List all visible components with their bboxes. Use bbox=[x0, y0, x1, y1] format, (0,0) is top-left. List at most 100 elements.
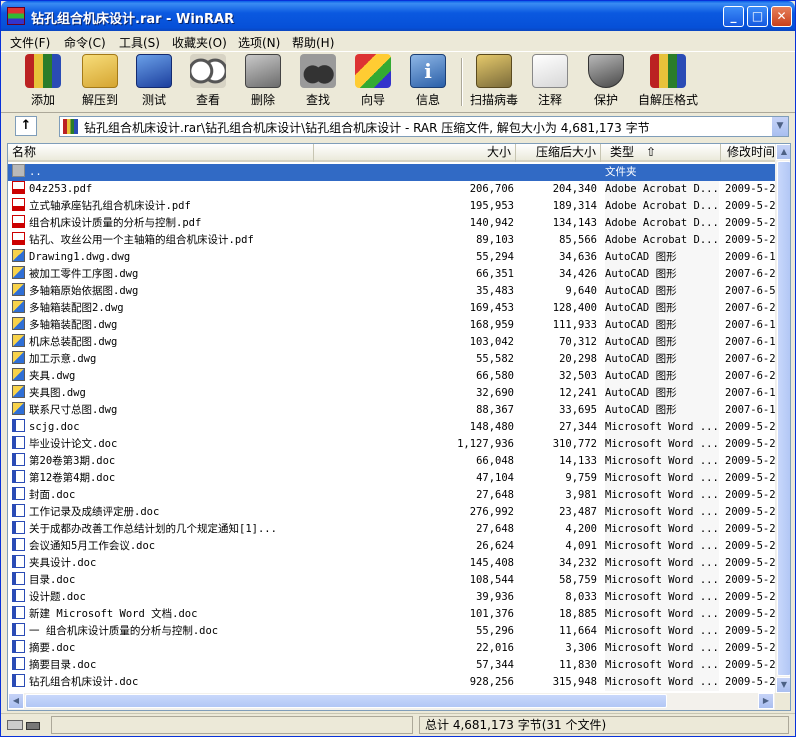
file-row[interactable]: 关于成都办改善工作总结计划的几个规定通知[1]... 27,648 4,200 Mic… bbox=[8, 521, 776, 538]
horizontal-scroll-thumb[interactable] bbox=[25, 694, 667, 708]
file-row[interactable]: 夹具.dwg 66,580 32,503 AutoCAD 图形 2007-6-2 bbox=[8, 368, 776, 385]
minimize-button[interactable]: _ bbox=[723, 6, 744, 27]
file-type: Microsoft Word ... bbox=[605, 521, 719, 538]
test-button[interactable]: 测试 bbox=[131, 54, 177, 110]
file-name-cell: 设计题.doc bbox=[12, 589, 412, 606]
info-button[interactable]: 信息 bbox=[405, 54, 451, 110]
file-packed-size: 134,143 bbox=[552, 217, 597, 229]
file-row[interactable]: 立式轴承座钻孔组合机床设计.pdf 195,953 189,314 Adobe Acr… bbox=[8, 198, 776, 215]
column-packed[interactable]: 压缩后大小 bbox=[516, 144, 601, 162]
file-name: 工作记录及成绩评定册.doc bbox=[29, 506, 160, 518]
file-row[interactable]: 多轴箱原始依据图.dwg 35,483 9,640 AutoCAD 图形 2007-6-… bbox=[8, 283, 776, 300]
file-name-cell: 工作记录及成绩评定册.doc bbox=[12, 504, 412, 521]
file-list[interactable]: 名称 大小 压缩后大小 类型 ⇧ 修改时间 .. 文件夹 04z253.pdf 206,… bbox=[7, 143, 791, 711]
file-row[interactable]: 新建 Microsoft Word 文档.doc 101,376 18,885 Mic… bbox=[8, 606, 776, 623]
close-button[interactable]: ✕ bbox=[771, 6, 792, 27]
column-size[interactable]: 大小 bbox=[314, 144, 516, 162]
file-row[interactable]: 04z253.pdf 206,706 204,340 Adobe Acrobat D.… bbox=[8, 181, 776, 198]
menu-options[interactable]: 选项(N) bbox=[238, 34, 280, 51]
chevron-down-icon[interactable]: ▼ bbox=[771, 117, 788, 136]
scroll-left-button[interactable]: ◀ bbox=[8, 693, 24, 709]
file-packed-size: 310,772 bbox=[552, 438, 597, 450]
file-row[interactable]: 夹具图.dwg 32,690 12,241 AutoCAD 图形 2007-6-1 bbox=[8, 385, 776, 402]
file-row[interactable]: 组合机床设计质量的分析与控制.pdf 140,942 134,143 Adobe Ac… bbox=[8, 215, 776, 232]
file-row[interactable]: 摘要.doc 22,016 3,306 Microsoft Word ... 2009-… bbox=[8, 640, 776, 657]
file-type: AutoCAD 图形 bbox=[605, 368, 719, 385]
file-row[interactable]: 第12卷第4期.doc 47,104 9,759 Microsoft Word ...… bbox=[8, 470, 776, 487]
doc-file-icon bbox=[12, 657, 25, 670]
doc-file-icon bbox=[12, 504, 25, 517]
protect-button[interactable]: 保护 bbox=[583, 54, 629, 110]
scroll-down-button[interactable]: ▼ bbox=[776, 677, 790, 693]
file-row[interactable]: 一 组合机床设计质量的分析与控制.doc 55,296 11,664 Microsof… bbox=[8, 623, 776, 640]
title-bar[interactable]: 钻孔组合机床设计.rar - WinRAR _ □ ✕ bbox=[1, 1, 795, 31]
doc-file-icon bbox=[12, 555, 25, 568]
file-row[interactable]: 多轴箱装配图.dwg 168,959 111,933 AutoCAD 图形 2007-6… bbox=[8, 317, 776, 334]
menu-commands[interactable]: 命令(C) bbox=[64, 34, 106, 51]
file-name-cell: 加工示意.dwg bbox=[12, 351, 412, 368]
file-size: 66,351 bbox=[476, 268, 514, 280]
column-modified[interactable]: 修改时间 bbox=[721, 144, 775, 162]
file-packed-size: 128,400 bbox=[552, 302, 597, 314]
winrar-app-icon[interactable] bbox=[7, 7, 25, 25]
find-button[interactable]: 查找 bbox=[295, 54, 341, 110]
file-modified: 2009-5-2 bbox=[725, 506, 776, 518]
file-row[interactable]: 被加工零件工序图.dwg 66,351 34,426 AutoCAD 图形 2007-6… bbox=[8, 266, 776, 283]
virus-scan-button[interactable]: 扫描病毒 bbox=[467, 54, 521, 110]
view-button[interactable]: 查看 bbox=[185, 54, 231, 110]
file-name-cell: 机床总装配图.dwg bbox=[12, 334, 412, 351]
file-row[interactable]: 钻孔、攻丝公用一个主轴箱的组合机床设计.pdf 89,103 85,566 Adobe… bbox=[8, 232, 776, 249]
scroll-right-button[interactable]: ▶ bbox=[758, 693, 774, 709]
file-modified: 2009-5-2 bbox=[725, 608, 776, 620]
path-combobox[interactable]: 钻孔组合机床设计.rar\钻孔组合机床设计\钻孔组合机床设计 - RAR 压缩文… bbox=[59, 116, 789, 137]
vertical-scroll-thumb[interactable] bbox=[777, 161, 790, 676]
extract-to-button[interactable]: 解压到 bbox=[73, 54, 127, 110]
delete-trash-icon bbox=[245, 54, 281, 88]
file-row[interactable]: 机床总装配图.dwg 103,042 70,312 AutoCAD 图形 2007-6-… bbox=[8, 334, 776, 351]
comment-button[interactable]: 注释 bbox=[527, 54, 573, 110]
menu-help[interactable]: 帮助(H) bbox=[292, 34, 334, 51]
file-row[interactable]: 第20卷第3期.doc 66,048 14,133 Microsoft Word ..… bbox=[8, 453, 776, 470]
file-row[interactable]: 钻孔组合机床设计.doc 928,256 315,948 Microsoft Word… bbox=[8, 674, 776, 691]
sfx-button[interactable]: 自解压格式 bbox=[637, 54, 699, 110]
file-modified: 2009-5-2 bbox=[725, 489, 776, 501]
file-modified: 2009-5-2 bbox=[725, 540, 776, 552]
file-row[interactable]: 夹具设计.doc 145,408 34,232 Microsoft Word ... 2… bbox=[8, 555, 776, 572]
file-row[interactable]: 封面.doc 27,648 3,981 Microsoft Word ... 2009-… bbox=[8, 487, 776, 504]
up-folder-button[interactable]: ↑ bbox=[15, 116, 37, 136]
horizontal-scrollbar[interactable]: ◀ ▶ bbox=[8, 693, 775, 710]
scroll-up-button[interactable]: ▲ bbox=[776, 144, 790, 160]
add-button[interactable]: 添加 bbox=[19, 54, 67, 110]
file-row[interactable]: Drawing1.dwg.dwg 55,294 34,636 AutoCAD 图形 20… bbox=[8, 249, 776, 266]
file-row[interactable]: 设计题.doc 39,936 8,033 Microsoft Word ... 2009… bbox=[8, 589, 776, 606]
file-name: Drawing1.dwg.dwg bbox=[29, 251, 131, 263]
file-row[interactable]: 摘要目录.doc 57,344 11,830 Microsoft Word ... 20… bbox=[8, 657, 776, 674]
file-name-cell: 新建 Microsoft Word 文档.doc bbox=[12, 606, 412, 623]
menu-tools[interactable]: 工具(S) bbox=[119, 34, 160, 51]
key-icon[interactable] bbox=[26, 722, 40, 730]
file-row[interactable]: 工作记录及成绩评定册.doc 276,992 23,487 Microsoft Wor… bbox=[8, 504, 776, 521]
file-row[interactable]: 会议通知5月工作会议.doc 26,624 4,091 Microsoft Word … bbox=[8, 538, 776, 555]
column-name[interactable]: 名称 bbox=[8, 144, 314, 162]
file-row[interactable]: 多轴箱装配图2.dwg 169,453 128,400 AutoCAD 图形 2007-… bbox=[8, 300, 776, 317]
file-type: Microsoft Word ... bbox=[605, 504, 719, 521]
vertical-scrollbar[interactable]: ▲ ▼ bbox=[775, 144, 790, 693]
file-modified: 2007-6-5 bbox=[725, 285, 776, 297]
file-row[interactable]: 联系尺寸总图.dwg 88,367 33,695 AutoCAD 图形 2007-6-1 bbox=[8, 402, 776, 419]
pdf-file-icon bbox=[12, 198, 25, 211]
maximize-button[interactable]: □ bbox=[747, 6, 768, 27]
column-type[interactable]: 类型 ⇧ bbox=[601, 144, 721, 162]
file-row[interactable]: scjg.doc 148,480 27,344 Microsoft Word ... 2… bbox=[8, 419, 776, 436]
file-row[interactable]: 目录.doc 108,544 58,759 Microsoft Word ... 200… bbox=[8, 572, 776, 589]
file-row[interactable]: 加工示意.dwg 55,582 20,298 AutoCAD 图形 2007-6-2 bbox=[8, 351, 776, 368]
wizard-button[interactable]: 向导 bbox=[349, 54, 397, 110]
file-row[interactable]: 毕业设计论文.doc 1,127,936 310,772 Microsoft Word… bbox=[8, 436, 776, 453]
menu-favorites[interactable]: 收藏夹(O) bbox=[172, 34, 227, 51]
parent-folder-icon bbox=[12, 164, 25, 177]
doc-file-icon bbox=[12, 470, 25, 483]
menu-file[interactable]: 文件(F) bbox=[10, 34, 50, 51]
file-row[interactable]: .. 文件夹 bbox=[8, 164, 775, 181]
drive-icon[interactable] bbox=[7, 720, 23, 730]
delete-button[interactable]: 删除 bbox=[240, 54, 286, 110]
file-size: 66,580 bbox=[476, 370, 514, 382]
